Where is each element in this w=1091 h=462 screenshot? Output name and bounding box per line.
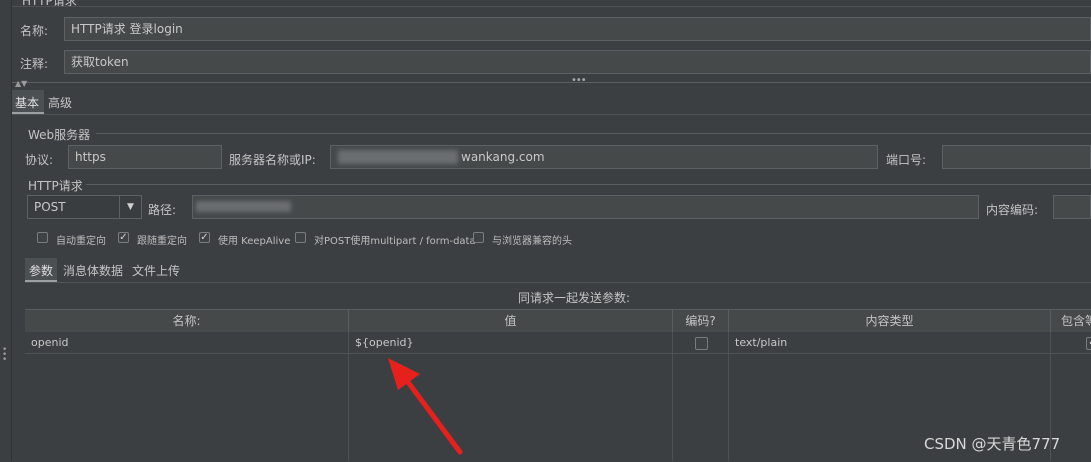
- multipart-checkbox[interactable]: [295, 232, 306, 243]
- web-server-section-label: Web服务器: [28, 128, 91, 142]
- splitter-bar[interactable]: [12, 82, 1091, 83]
- header-divider: [12, 6, 1091, 7]
- splitter-grip-icon[interactable]: •••: [571, 75, 587, 86]
- annotation-arrow-icon: [388, 358, 463, 455]
- cell-content-type[interactable]: text/plain: [729, 333, 787, 353]
- column-header-include-equals[interactable]: 包含等: [1051, 310, 1091, 332]
- table-row[interactable]: [25, 333, 1091, 354]
- cell-encode-checkbox[interactable]: [695, 337, 708, 350]
- tab-body-data[interactable]: 消息体数据: [63, 262, 123, 279]
- column-header-content-type[interactable]: 内容类型: [729, 310, 1051, 332]
- chevron-down-icon[interactable]: ▼: [119, 196, 141, 218]
- params-caption: 同请求一起发送参数:: [518, 291, 631, 305]
- keepalive-checkbox[interactable]: ✓: [199, 232, 210, 243]
- encoding-input[interactable]: [1053, 195, 1091, 219]
- follow-redirect-checkbox[interactable]: ✓: [118, 232, 129, 243]
- port-input[interactable]: [942, 145, 1091, 169]
- server-label: 服务器名称或IP:: [229, 153, 316, 167]
- comment-input[interactable]: 获取token: [64, 50, 1091, 74]
- collapse-arrows-icon[interactable]: ▲▼: [15, 79, 27, 88]
- cell-name[interactable]: openid: [25, 333, 69, 353]
- header-title: HTTP请求: [22, 0, 77, 8]
- tab-parameters-label: 参数: [29, 264, 54, 278]
- tab-advanced[interactable]: 高级: [48, 94, 72, 111]
- http-section-label: HTTP请求: [28, 179, 83, 193]
- protocol-label: 协议:: [25, 153, 54, 167]
- follow-redirect-label: 跟随重定向: [137, 236, 187, 247]
- path-redaction: [196, 201, 291, 212]
- keepalive-label: 使用 KeepAlive: [218, 236, 291, 247]
- tab-basic-label: 基本: [15, 96, 40, 110]
- subtabs-divider: [25, 282, 1091, 283]
- protocol-input[interactable]: https: [68, 145, 222, 169]
- tab-file-upload[interactable]: 文件上传: [132, 262, 180, 279]
- browser-headers-label: 与浏览器兼容的头: [492, 236, 572, 247]
- web-server-section-line: [96, 133, 1091, 134]
- drag-handle-icon[interactable]: • • •: [2, 346, 7, 365]
- server-redaction: [338, 150, 458, 164]
- tab-basic[interactable]: 基本: [12, 90, 44, 114]
- tabs-divider: [12, 114, 1091, 115]
- multipart-label: 对POST使用multipart / form-data: [314, 236, 476, 247]
- column-header-name[interactable]: 名称:: [25, 310, 349, 332]
- tab-parameters[interactable]: 参数: [25, 258, 57, 282]
- watermark: CSDN @天青色777: [924, 435, 1061, 453]
- path-input[interactable]: [192, 195, 979, 219]
- method-select-value: POST: [34, 200, 66, 214]
- column-header-encode[interactable]: 编码?: [673, 310, 729, 332]
- browser-headers-checkbox[interactable]: [473, 232, 484, 243]
- port-label: 端口号:: [886, 153, 927, 167]
- encoding-label: 内容编码:: [986, 203, 1039, 217]
- auto-redirect-label: 自动重定向: [56, 236, 106, 247]
- column-header-value[interactable]: 值: [349, 310, 673, 332]
- path-label: 路径:: [148, 203, 177, 217]
- name-input[interactable]: HTTP请求 登录login: [64, 17, 1091, 41]
- auto-redirect-checkbox[interactable]: [37, 232, 48, 243]
- name-label: 名称:: [20, 24, 49, 38]
- cell-value[interactable]: ${openid}: [349, 333, 414, 353]
- cell-include-equals-checkbox[interactable]: ✓: [1086, 337, 1091, 350]
- http-section-line: [86, 184, 1091, 185]
- left-gutter: [11, 0, 12, 461]
- comment-label: 注释:: [20, 57, 49, 71]
